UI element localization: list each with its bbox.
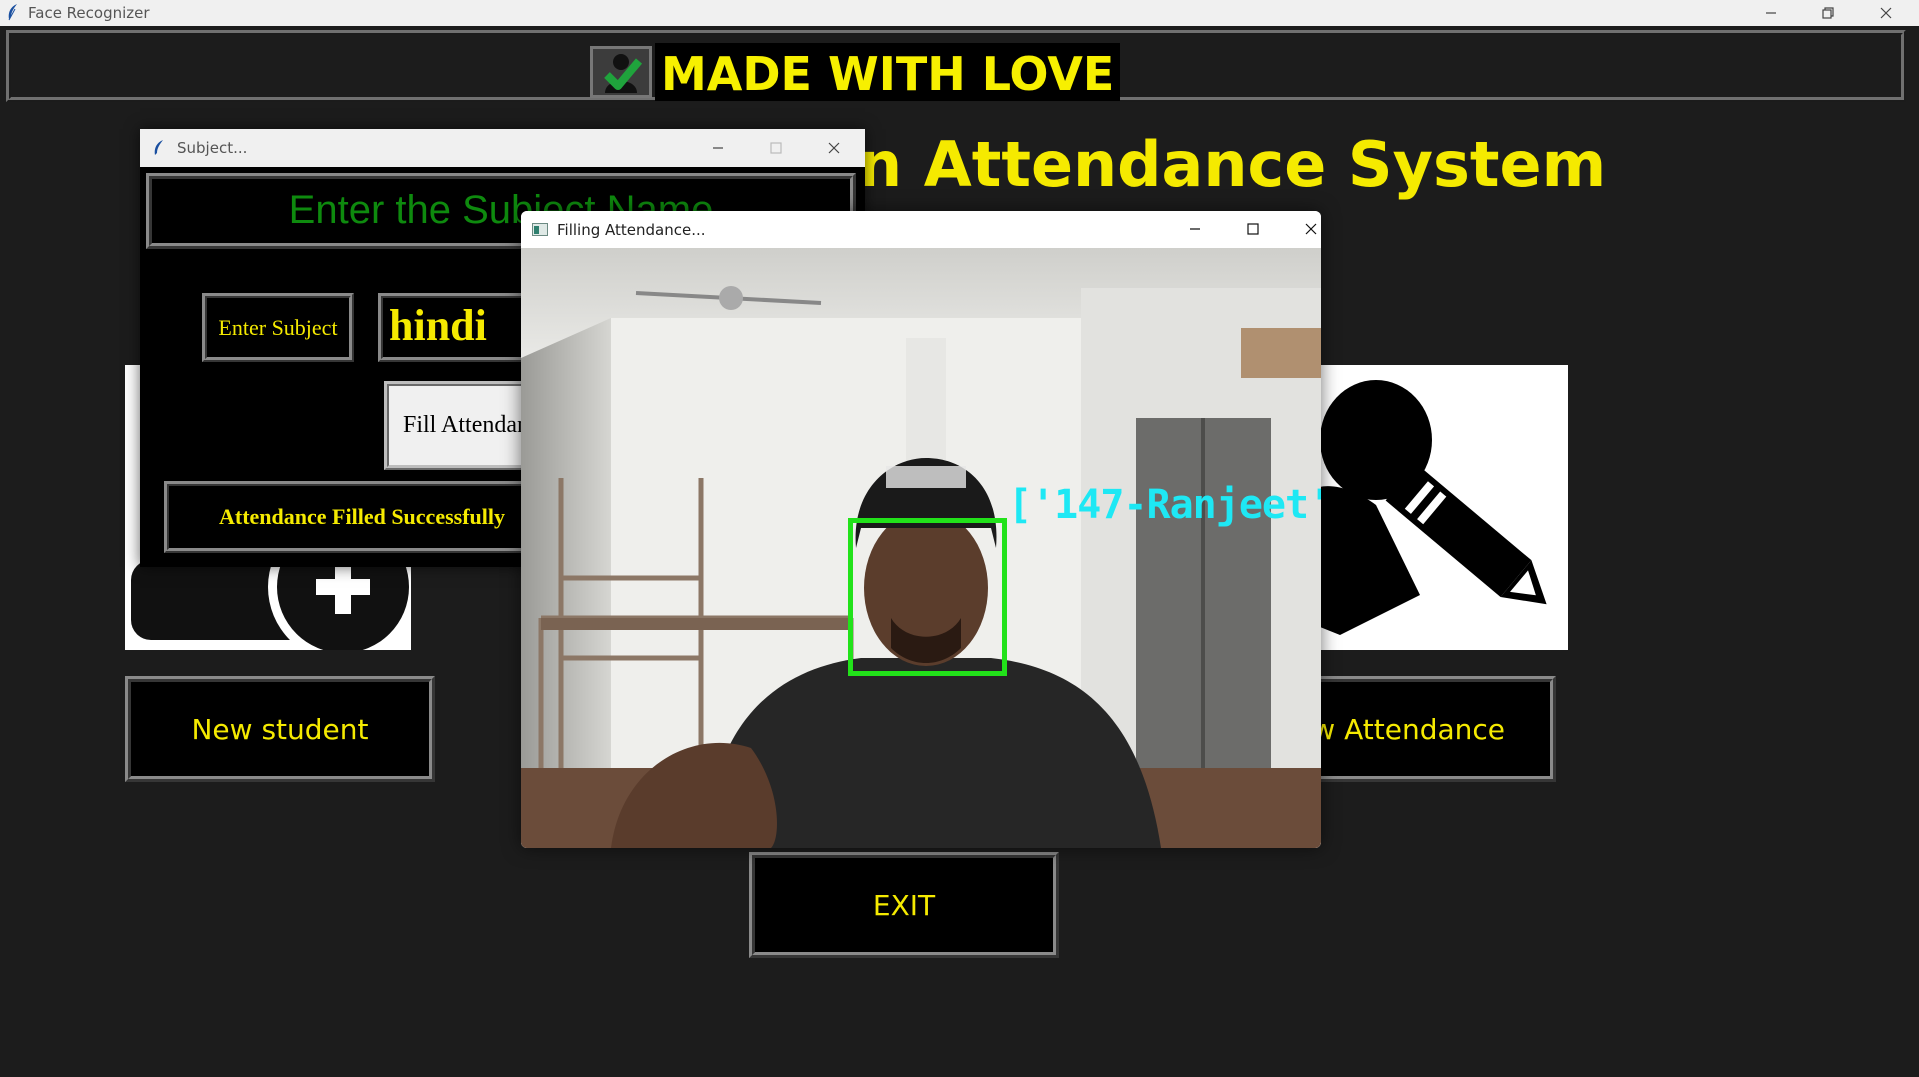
maximize-icon [770, 142, 782, 154]
minimize-icon [1766, 12, 1776, 14]
view-attendance-tile [1280, 365, 1568, 650]
camera-minimize-button[interactable] [1167, 216, 1223, 242]
exit-button[interactable]: EXIT [749, 852, 1059, 958]
subject-minimize-button[interactable] [690, 135, 746, 161]
main-titlebar: Face Recognizer [0, 0, 1919, 26]
minimize-icon [1190, 228, 1200, 230]
feather-icon [8, 4, 17, 21]
camera-maximize-button[interactable] [1225, 216, 1281, 242]
minimize-icon [713, 147, 723, 149]
new-student-button[interactable]: New student [125, 676, 435, 782]
app-window-icon [532, 223, 548, 236]
verified-check-icon [590, 46, 652, 98]
enter-subject-label: Enter Subject [202, 293, 354, 362]
close-icon [1305, 223, 1317, 235]
app-title: n Attendance System [858, 128, 1607, 201]
status-label: Attendance Filled Successfully [164, 481, 544, 553]
subject-input[interactable]: hindi [378, 293, 528, 362]
camera-close-button[interactable] [1283, 216, 1321, 242]
fill-attendance-button[interactable]: Fill Attendance [384, 381, 534, 470]
camera-window: Filling Attendance... ['147-Ranjeet' [521, 211, 1321, 848]
edit-user-icon [1285, 380, 1547, 635]
subject-maximize-button [748, 135, 804, 161]
close-icon [828, 142, 840, 154]
restore-icon [1822, 7, 1834, 19]
banner-text: MADE WITH LOVE [655, 43, 1121, 101]
camera-feed: ['147-Ranjeet' [521, 248, 1321, 848]
subject-window-title: Subject... [177, 139, 248, 157]
restore-button[interactable] [1800, 0, 1856, 26]
minimize-button[interactable] [1743, 0, 1799, 26]
camera-window-title: Filling Attendance... [557, 221, 706, 239]
main-window-title: Face Recognizer [28, 4, 150, 22]
face-detection-box [848, 518, 1007, 676]
camera-window-titlebar: Filling Attendance... [521, 211, 1321, 248]
subject-close-button[interactable] [806, 135, 862, 161]
close-icon [1880, 7, 1892, 19]
subject-window-titlebar: Subject... [140, 129, 865, 167]
recognized-name-label: ['147-Ranjeet' [1008, 482, 1321, 528]
close-button[interactable] [1858, 0, 1914, 26]
feather-icon [154, 140, 163, 155]
maximize-icon [1247, 223, 1259, 235]
